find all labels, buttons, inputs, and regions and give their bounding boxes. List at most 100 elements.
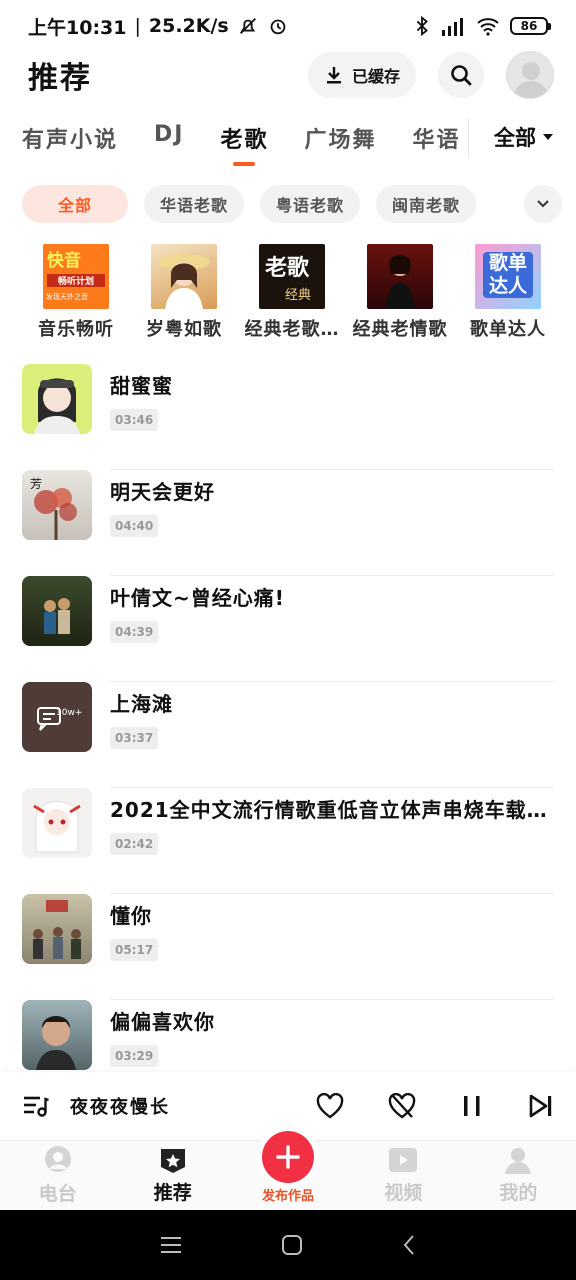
- song-duration: 03:29: [110, 1045, 159, 1067]
- tab-chinese[interactable]: 华语: [413, 112, 461, 154]
- nav-mine-label: 我的: [499, 1182, 538, 1204]
- playlist-item[interactable]: 经典老情歌: [346, 244, 454, 340]
- menu-icon[interactable]: [160, 1235, 182, 1255]
- battery-icon: 86: [510, 17, 551, 35]
- song-thumbnail: [22, 788, 92, 858]
- playlist-item[interactable]: 岁粤如歌: [130, 244, 238, 340]
- song-duration: 03:46: [110, 409, 159, 431]
- song-duration: 04:39: [110, 621, 159, 643]
- chip-minnan-oldies[interactable]: 闽南老歌: [376, 185, 477, 223]
- blossom-tree-image: 芳: [30, 477, 77, 540]
- nav-publish[interactable]: 发布作品: [230, 1131, 345, 1210]
- nav-recommend[interactable]: 推荐: [115, 1141, 230, 1210]
- publish-button[interactable]: [262, 1131, 314, 1183]
- nav-mine[interactable]: 我的: [461, 1141, 576, 1210]
- song-duration: 04:40: [110, 515, 159, 537]
- next-track-icon[interactable]: [528, 1093, 554, 1119]
- now-playing-title: 夜夜夜慢长: [70, 1097, 170, 1118]
- nav-video[interactable]: 视频: [346, 1141, 461, 1210]
- song-title: 上海滩: [110, 692, 173, 716]
- net-speed: 25.2K/s: [148, 15, 229, 37]
- song-thumbnail: 芳: [22, 470, 92, 540]
- song-list: 甜蜜蜜 03:46 芳 明天会更好 04:40 叶倩文~曾经心痛! 04:39 …: [0, 364, 576, 1106]
- status-bar: 上午10:31 | 25.2K/s 86: [0, 0, 576, 52]
- system-navigation-bar: [0, 1210, 576, 1280]
- song-item[interactable]: 2021全中文流行情歌重低音立体声串烧车载… 02:42: [0, 788, 576, 894]
- clock: 上午10:31: [28, 16, 127, 39]
- avatar[interactable]: [506, 51, 554, 99]
- song-item[interactable]: 10w+ 上海滩 03:37: [0, 682, 576, 788]
- search-button[interactable]: [438, 52, 484, 98]
- like-icon[interactable]: [316, 1093, 344, 1119]
- playlist-cover: 快音 畅听计划 发现天外之音: [43, 244, 109, 309]
- cover-title: 歌单达人: [483, 252, 533, 298]
- cover-title: 老歌: [265, 255, 310, 281]
- song-thumbnail: [22, 894, 92, 964]
- tab-square-dance[interactable]: 广场舞: [304, 112, 376, 154]
- back-icon[interactable]: [402, 1234, 416, 1256]
- tab-dj[interactable]: DJ: [154, 112, 184, 147]
- playlist-row: 快音 畅听计划 发现天外之音 音乐畅听 岁粤如歌 老歌 经典 经典老歌… 经典老…: [22, 244, 562, 340]
- mute-icon: [239, 18, 256, 34]
- caret-down-icon: [543, 134, 553, 140]
- chip-all[interactable]: 全部: [22, 185, 128, 223]
- bluetooth-icon: [416, 15, 428, 37]
- user-icon: [513, 62, 549, 98]
- song-title: 甜蜜蜜: [110, 374, 173, 398]
- cover-footnote: 发现天外之音: [46, 293, 88, 301]
- song-thumbnail: [22, 576, 92, 646]
- song-item[interactable]: 懂你 05:17: [0, 894, 576, 1000]
- playlist-item[interactable]: 老歌 经典 经典老歌…: [238, 244, 346, 340]
- song-thumbnail: 10w+: [22, 682, 92, 752]
- playlist-name: 经典老歌…: [244, 318, 340, 340]
- profile-icon: [505, 1148, 532, 1174]
- status-divider: |: [134, 15, 141, 37]
- couple-image: [44, 598, 70, 634]
- signal-icon: [442, 18, 463, 36]
- download-icon: [326, 67, 341, 84]
- tab-all-label: 全部: [494, 126, 536, 150]
- playlist-item[interactable]: 快音 畅听计划 发现天外之音 音乐畅听: [22, 244, 130, 340]
- cached-label: 已缓存: [351, 67, 400, 86]
- anime-girl-image: [33, 801, 81, 853]
- bottom-navigation: 电台 推荐 发布作品 视频 我的: [0, 1131, 576, 1210]
- nav-radio[interactable]: 电台: [0, 1141, 115, 1210]
- anime-girl-image: [34, 378, 80, 434]
- nav-radio-label: 电台: [38, 1183, 77, 1205]
- playlist-name: 经典老情歌: [352, 318, 448, 340]
- song-thumbnail: [22, 364, 92, 434]
- home-icon[interactable]: [281, 1234, 303, 1256]
- chip-mandarin-oldies[interactable]: 华语老歌: [144, 185, 245, 223]
- playlist-cover: 老歌 经典: [259, 244, 325, 309]
- singer-portrait-image: [36, 1016, 76, 1070]
- playlist-queue-icon[interactable]: [22, 1094, 50, 1118]
- song-title: 2021全中文流行情歌重低音立体声串烧车载…: [110, 798, 548, 822]
- mini-player[interactable]: 夜夜夜慢长: [0, 1072, 576, 1140]
- playlist-name: 岁粤如歌: [146, 318, 222, 340]
- wifi-icon: [477, 18, 499, 36]
- cover-title: 快音: [47, 251, 81, 271]
- chip-cantonese-oldies[interactable]: 粤语老歌: [260, 185, 361, 223]
- radio-icon: [44, 1146, 71, 1172]
- cached-button[interactable]: 已缓存: [307, 52, 416, 98]
- pause-icon[interactable]: [460, 1093, 484, 1119]
- tab-divider: [468, 118, 469, 158]
- playlist-cover: 歌单达人: [475, 244, 541, 309]
- filter-chips: 全部 华语老歌 粤语老歌 闽南老歌: [22, 185, 562, 223]
- song-item[interactable]: 甜蜜蜜 03:46: [0, 364, 576, 470]
- tab-audiobook[interactable]: 有声小说: [22, 112, 118, 154]
- tab-oldies[interactable]: 老歌: [220, 112, 268, 154]
- song-duration: 02:42: [110, 833, 159, 855]
- dislike-icon[interactable]: [388, 1093, 416, 1119]
- playlist-name: 音乐畅听: [38, 318, 114, 340]
- song-item[interactable]: 芳 明天会更好 04:40: [0, 470, 576, 576]
- comment-count-badge: 10w+: [56, 708, 83, 718]
- playlist-item[interactable]: 歌单达人 歌单达人: [454, 244, 562, 340]
- song-duration: 05:17: [110, 939, 159, 961]
- tab-all-button[interactable]: 全部: [494, 122, 554, 152]
- playlist-cover: [367, 244, 433, 309]
- singer-portrait-image: [158, 254, 210, 309]
- song-item[interactable]: 叶倩文~曾经心痛! 04:39: [0, 576, 576, 682]
- expand-chips-button[interactable]: [524, 185, 562, 223]
- song-title: 懂你: [110, 904, 152, 928]
